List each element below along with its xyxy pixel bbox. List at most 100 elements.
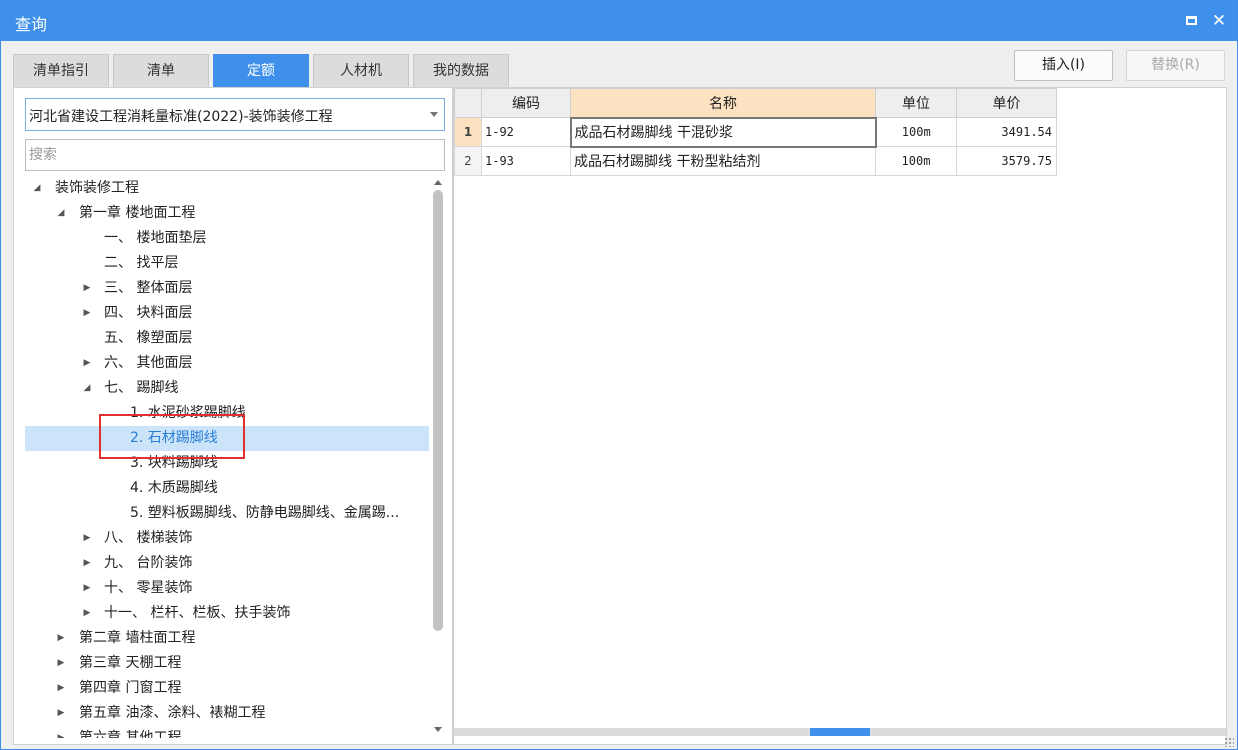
column-header-price[interactable]: 单价 — [956, 88, 1057, 118]
replace-button[interactable]: 替换(R) — [1126, 50, 1225, 81]
tree-item-label: 第三章 天棚工程 — [79, 655, 182, 671]
column-header-unit[interactable]: 单位 — [875, 88, 957, 118]
tree-item[interactable]: 3. 块料踢脚线 — [25, 451, 429, 476]
resize-grip-icon[interactable] — [1224, 737, 1234, 747]
scroll-down-icon[interactable] — [434, 727, 442, 732]
table-row[interactable]: 2 1-93 成品石材踢脚线 干粉型粘结剂 100m 3579.75 — [454, 146, 1057, 176]
title-bar: 查询 ✕ — [1, 1, 1237, 41]
tree-item[interactable]: ▶ 第六章 其他工程 — [25, 726, 429, 738]
column-header-code[interactable]: 编码 — [481, 88, 571, 118]
tree-item[interactable]: ▶ 第四章 门窗工程 — [25, 676, 429, 701]
table-row[interactable]: 1 1-92 成品石材踢脚线 干混砂浆 100m 3491.54 — [454, 116, 1057, 148]
tree-item-label: 七、 踢脚线 — [104, 380, 179, 396]
tree-item-label: 十一、 栏杆、栏板、扶手装饰 — [104, 605, 291, 621]
tree-item[interactable]: ▶ 十、 零星装饰 — [25, 576, 429, 601]
results-table: 编码 名称 单位 单价 1 1-92 成品石材踢脚线 干混砂浆 100m 349… — [454, 88, 1057, 176]
tree-item[interactable]: ▶ 三、 整体面层 — [25, 276, 429, 301]
results-panel: 编码 名称 单位 单价 1 1-92 成品石材踢脚线 干混砂浆 100m 349… — [453, 87, 1227, 745]
expand-icon[interactable]: ▶ — [55, 701, 67, 726]
tree-item-label: 第六章 其他工程 — [79, 730, 182, 738]
chevron-down-icon — [430, 112, 438, 117]
expand-icon[interactable]: ◢ — [31, 176, 43, 201]
tree-item-label: 4. 木质踢脚线 — [130, 480, 218, 496]
tree-item-label: 第五章 油漆、涂料、裱糊工程 — [79, 705, 266, 721]
tree-item[interactable]: 4. 木质踢脚线 — [25, 476, 429, 501]
insert-button[interactable]: 插入(I) — [1014, 50, 1113, 81]
tab-my-data[interactable]: 我的数据 — [413, 54, 509, 87]
scroll-up-icon[interactable] — [434, 180, 442, 185]
tree-item[interactable]: 5. 塑料板踢脚线、防静电踢脚线、金属踢... — [25, 501, 429, 526]
tree-item[interactable]: ◢ 第一章 楼地面工程 — [25, 201, 429, 226]
library-select[interactable]: 河北省建设工程消耗量标准(2022)-装饰装修工程 — [25, 98, 445, 131]
cell-price[interactable]: 3491.54 — [956, 117, 1057, 147]
tree-item[interactable]: ▶ 八、 楼梯装饰 — [25, 526, 429, 551]
scroll-thumb[interactable] — [433, 190, 443, 631]
column-header-rownum — [454, 88, 482, 118]
tree-item[interactable]: ◢ 七、 踢脚线 — [25, 376, 429, 401]
category-tree: ◢ 装饰装修工程 ◢ 第一章 楼地面工程 一、 楼地面垫层 二、 找平层 ▶ 三、 整… — [25, 176, 429, 738]
tree-item[interactable]: ▶ 九、 台阶装饰 — [25, 551, 429, 576]
tree-item-label: 六、 其他面层 — [104, 355, 193, 371]
table-header-row: 编码 名称 单位 单价 — [454, 88, 1057, 118]
tree-item[interactable]: ▶ 十一、 栏杆、栏板、扶手装饰 — [25, 601, 429, 626]
tree-item-label: 装饰装修工程 — [55, 180, 139, 196]
tree-item[interactable]: ▶ 六、 其他面层 — [25, 351, 429, 376]
expand-icon[interactable]: ▶ — [81, 301, 93, 326]
expand-icon[interactable]: ▶ — [55, 676, 67, 701]
tree-item-label: 九、 台阶装饰 — [104, 555, 193, 571]
close-icon: ✕ — [1211, 11, 1227, 31]
maximize-button[interactable] — [1179, 9, 1203, 33]
tree-item-label: 1. 水泥砂浆踢脚线 — [130, 405, 246, 421]
cell-code[interactable]: 1-92 — [481, 117, 571, 147]
expand-icon[interactable]: ▶ — [55, 726, 67, 738]
tree-item-label: 2. 石材踢脚线 — [130, 430, 218, 446]
tab-quota[interactable]: 定额 — [213, 54, 309, 87]
tree-item-label: 3. 块料踢脚线 — [130, 455, 218, 471]
query-window: 查询 ✕ 清单指引 清单 定额 人材机 我的数据 插入(I) 替换(R) 河北省… — [0, 0, 1238, 750]
tree-item[interactable]: 1. 水泥砂浆踢脚线 — [25, 401, 429, 426]
expand-icon[interactable]: ▶ — [55, 651, 67, 676]
tree-item[interactable]: 二、 找平层 — [25, 251, 429, 276]
cell-unit[interactable]: 100m — [875, 146, 957, 176]
close-button[interactable]: ✕ — [1207, 9, 1231, 33]
cell-unit[interactable]: 100m — [875, 117, 957, 147]
expand-icon[interactable]: ▶ — [81, 526, 93, 551]
tree-item-label: 五、 橡塑面层 — [104, 330, 193, 346]
horizontal-scrollbar[interactable] — [454, 728, 1226, 736]
tree-item-label: 二、 找平层 — [104, 255, 179, 271]
tab-bill[interactable]: 清单 — [113, 54, 209, 87]
expand-icon[interactable]: ▶ — [81, 276, 93, 301]
cell-code[interactable]: 1-93 — [481, 146, 571, 176]
expand-icon[interactable]: ▶ — [81, 351, 93, 376]
tab-bill-guide[interactable]: 清单指引 — [13, 54, 109, 87]
tree-item[interactable]: ▶ 四、 块料面层 — [25, 301, 429, 326]
row-number: 1 — [454, 117, 482, 147]
search-input[interactable] — [25, 139, 445, 171]
cell-price[interactable]: 3579.75 — [956, 146, 1057, 176]
tree-item[interactable]: 一、 楼地面垫层 — [25, 226, 429, 251]
maximize-icon — [1185, 16, 1197, 25]
expand-icon[interactable]: ◢ — [81, 376, 93, 401]
tree-scrollbar[interactable] — [430, 176, 446, 736]
expand-icon[interactable]: ▶ — [81, 551, 93, 576]
tree-item[interactable]: ▶ 第五章 油漆、涂料、裱糊工程 — [25, 701, 429, 726]
library-select-value: 河北省建设工程消耗量标准(2022)-装饰装修工程 — [29, 109, 333, 125]
scroll-thumb[interactable] — [810, 728, 870, 736]
expand-icon[interactable]: ▶ — [55, 626, 67, 651]
tree-item-label: 三、 整体面层 — [104, 280, 193, 296]
tree-item-label: 第一章 楼地面工程 — [79, 205, 196, 221]
tree-item[interactable]: ▶ 第三章 天棚工程 — [25, 651, 429, 676]
tab-materials[interactable]: 人材机 — [313, 54, 409, 87]
expand-icon[interactable]: ▶ — [81, 576, 93, 601]
tree-item[interactable]: 五、 橡塑面层 — [25, 326, 429, 351]
tree-item-label: 第四章 门窗工程 — [79, 680, 182, 696]
cell-name[interactable]: 成品石材踢脚线 干粉型粘结剂 — [570, 146, 876, 176]
column-header-name[interactable]: 名称 — [570, 88, 876, 118]
expand-icon[interactable]: ◢ — [55, 201, 67, 226]
tree-item[interactable]: ◢ 装饰装修工程 — [25, 176, 429, 201]
tree-item-selected[interactable]: 2. 石材踢脚线 — [25, 426, 429, 451]
expand-icon[interactable]: ▶ — [81, 601, 93, 626]
row-number: 2 — [454, 146, 482, 176]
tree-item[interactable]: ▶ 第二章 墙柱面工程 — [25, 626, 429, 651]
cell-name[interactable]: 成品石材踢脚线 干混砂浆 — [569, 116, 877, 148]
